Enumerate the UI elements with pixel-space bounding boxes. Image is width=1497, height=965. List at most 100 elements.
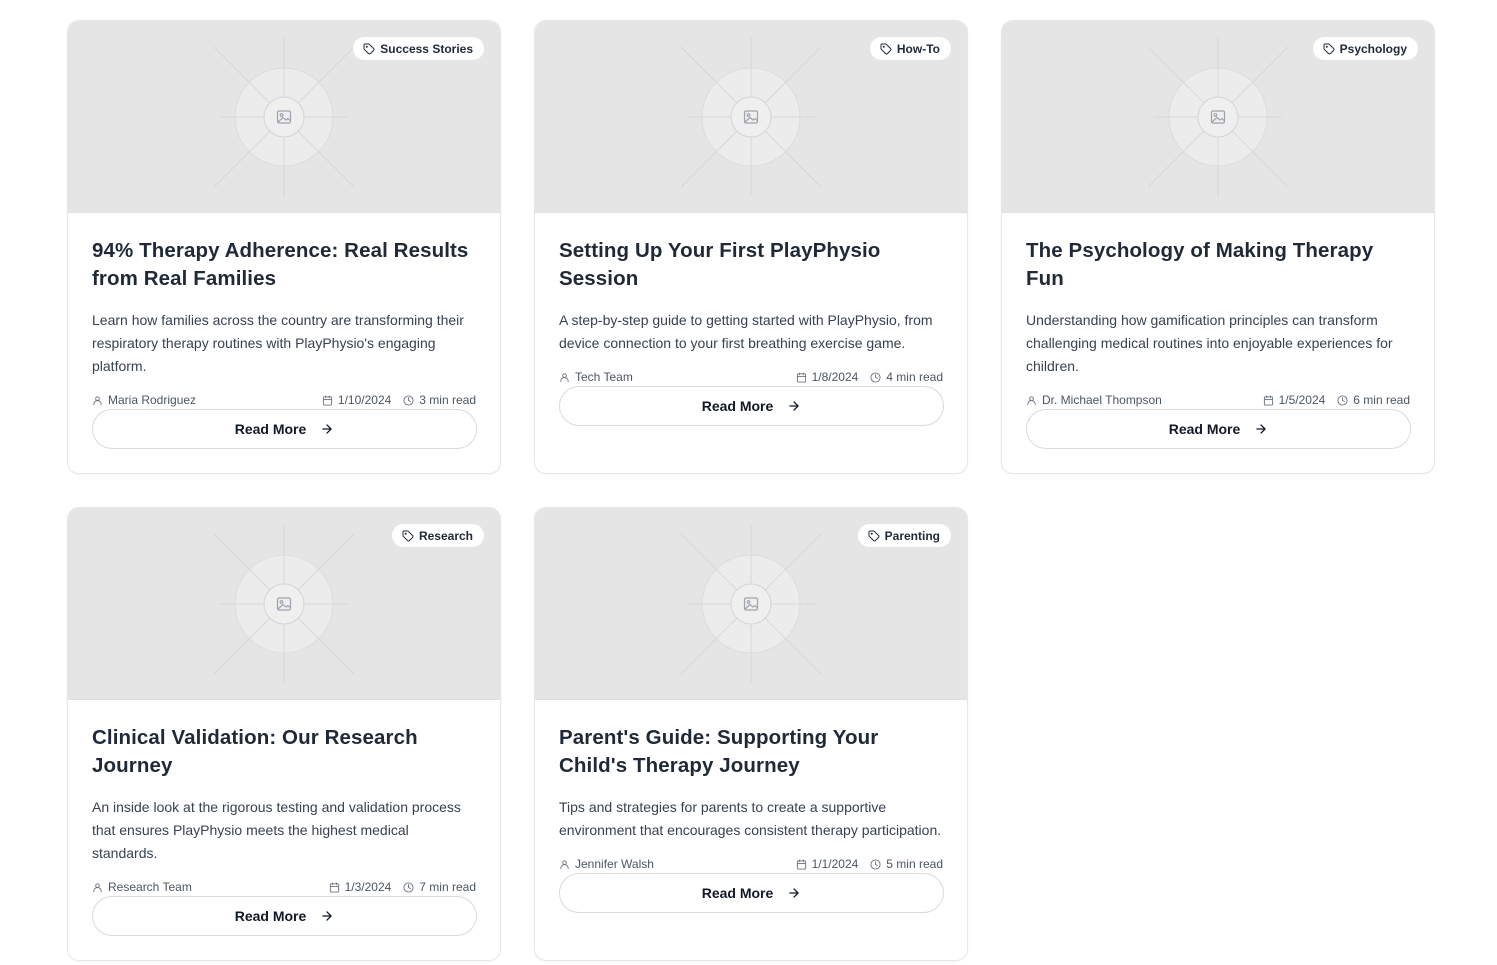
user-icon: [93, 395, 102, 405]
user-icon: [93, 882, 102, 892]
blog-card: Psychology The Psychology of Making Ther…: [1001, 20, 1435, 474]
read-time-text: 4 min read: [886, 370, 943, 384]
post-date: 1/5/2024: [1263, 393, 1326, 407]
read-time-text: 6 min read: [1353, 393, 1410, 407]
category-tag-label: Success Stories: [380, 41, 473, 56]
category-tag[interactable]: Success Stories: [353, 37, 484, 60]
category-tag[interactable]: How-To: [869, 37, 951, 60]
arrow-right-icon: [789, 888, 800, 898]
blog-card: How-To Setting Up Your First PlayPhysio …: [534, 20, 968, 474]
post-excerpt: Understanding how gamification principle…: [1026, 312, 1393, 374]
card-image-placeholder: How-To: [535, 21, 967, 213]
category-tag-label: How-To: [896, 41, 940, 56]
post-read-time: 5 min read: [870, 857, 943, 871]
arrow-right-icon: [789, 401, 800, 411]
read-more-label: Read More: [701, 885, 774, 901]
read-more-button[interactable]: Read More: [92, 409, 477, 449]
tag-icon: [363, 43, 375, 54]
author-name: Jennifer Walsh: [575, 857, 654, 871]
arrow-right-icon: [322, 911, 333, 921]
author-name: Dr. Michael Thompson: [1042, 393, 1162, 407]
read-more-label: Read More: [701, 398, 774, 414]
card-image-placeholder: Parenting: [535, 508, 967, 700]
post-excerpt: Tips and strategies for parents to creat…: [559, 799, 942, 838]
tag-icon: [880, 43, 892, 54]
post-meta: Maria Rodriguez 1/10/2024 3 min read: [92, 392, 476, 408]
post-meta: Research Team 1/3/2024 7 min read: [92, 879, 476, 895]
post-meta: Tech Team 1/8/2024 4 min read: [559, 369, 943, 385]
calendar-icon: [796, 858, 806, 870]
author-name: Maria Rodriguez: [108, 393, 197, 407]
date-text: 1/10/2024: [337, 393, 392, 407]
post-date: 1/3/2024: [329, 880, 391, 894]
post-author: Research Team: [92, 880, 192, 894]
user-icon: [560, 859, 569, 869]
category-tag[interactable]: Research: [391, 524, 484, 547]
user-icon: [1027, 395, 1036, 405]
post-author: Jennifer Walsh: [559, 857, 654, 871]
card-image-placeholder: Psychology: [1002, 21, 1434, 213]
tag-icon: [868, 530, 880, 541]
calendar-icon: [796, 371, 806, 383]
user-icon: [560, 372, 569, 382]
read-more-button[interactable]: Read More: [559, 386, 944, 426]
arrow-right-icon: [1256, 424, 1267, 434]
post-title[interactable]: Setting Up Your First PlayPhysio Session: [559, 237, 943, 293]
post-title[interactable]: 94% Therapy Adherence: Real Results from…: [92, 237, 476, 293]
post-excerpt: Learn how families across the country ar…: [92, 312, 464, 374]
date-text: 1/8/2024: [811, 370, 859, 384]
blog-card: Research Clinical Validation: Our Resear…: [67, 507, 501, 961]
category-tag[interactable]: Psychology: [1312, 37, 1418, 60]
post-read-time: 4 min read: [870, 370, 943, 384]
post-title[interactable]: The Psychology of Making Therapy Fun: [1026, 237, 1410, 293]
read-more-button[interactable]: Read More: [92, 896, 477, 936]
blog-card: Success Stories 94% Therapy Adherence: R…: [67, 20, 501, 474]
clock-icon: [1337, 394, 1348, 406]
post-excerpt: A step-by-step guide to getting started …: [559, 312, 933, 351]
post-date: 1/8/2024: [796, 370, 859, 384]
read-time-text: 5 min read: [886, 857, 943, 871]
image-placeholder-icon: [680, 523, 822, 684]
image-placeholder-icon: [680, 36, 822, 197]
read-time-text: 3 min read: [419, 393, 476, 407]
post-meta: Jennifer Walsh 1/1/2024 5 min read: [559, 856, 943, 872]
card-image-placeholder: Research: [68, 508, 500, 700]
calendar-icon: [322, 394, 332, 406]
read-more-label: Read More: [1168, 421, 1241, 437]
post-author: Maria Rodriguez: [92, 393, 196, 407]
calendar-icon: [1263, 394, 1273, 406]
calendar-icon: [329, 881, 339, 893]
clock-icon: [403, 881, 414, 893]
post-read-time: 6 min read: [1337, 393, 1410, 407]
blog-card-grid: Success Stories 94% Therapy Adherence: R…: [67, 20, 1435, 961]
blog-card: Parenting Parent's Guide: Supporting You…: [534, 507, 968, 961]
read-more-button[interactable]: Read More: [1026, 409, 1411, 449]
image-placeholder-icon: [1147, 36, 1289, 197]
post-title[interactable]: Clinical Validation: Our Research Journe…: [92, 724, 476, 780]
read-time-text: 7 min read: [419, 880, 476, 894]
post-title[interactable]: Parent's Guide: Supporting Your Child's …: [559, 724, 943, 780]
image-placeholder-icon: [213, 523, 355, 684]
date-text: 1/5/2024: [1278, 393, 1326, 407]
read-more-label: Read More: [234, 908, 307, 924]
tag-icon: [1323, 43, 1335, 54]
clock-icon: [870, 858, 881, 870]
read-more-label: Read More: [234, 421, 307, 437]
category-tag-label: Research: [418, 528, 473, 543]
author-name: Research Team: [108, 880, 192, 894]
arrow-right-icon: [322, 424, 333, 434]
post-date: 1/10/2024: [322, 393, 391, 407]
tag-icon: [402, 530, 414, 541]
date-text: 1/1/2024: [811, 857, 859, 871]
post-read-time: 3 min read: [403, 393, 476, 407]
author-name: Tech Team: [575, 370, 633, 384]
post-read-time: 7 min read: [403, 880, 476, 894]
category-tag-label: Parenting: [884, 528, 940, 543]
read-more-button[interactable]: Read More: [559, 873, 944, 913]
category-tag[interactable]: Parenting: [857, 524, 951, 547]
clock-icon: [403, 394, 414, 406]
post-author: Tech Team: [559, 370, 633, 384]
clock-icon: [870, 371, 881, 383]
card-image-placeholder: Success Stories: [68, 21, 500, 213]
post-meta: Dr. Michael Thompson 1/5/2024 6 min read: [1026, 392, 1410, 408]
